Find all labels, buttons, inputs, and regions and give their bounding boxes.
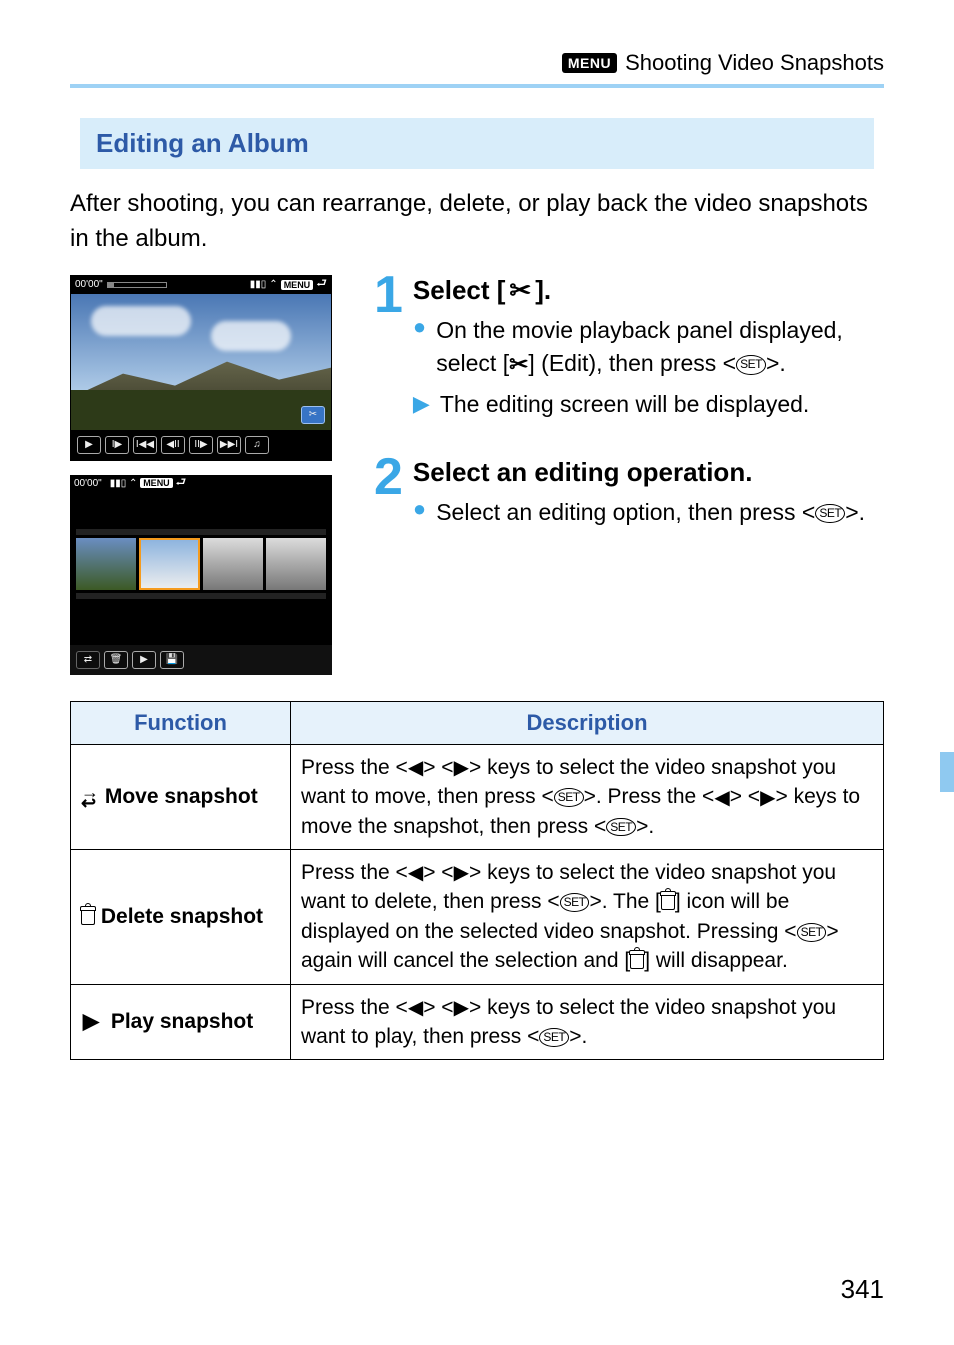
edit-toolbar: ⇄ 🗑 ▶ 💾 (70, 645, 332, 675)
bullet-dot-icon: ● (413, 314, 426, 382)
step-1-bullet-2: ▶ The editing screen will be displayed. (413, 388, 884, 421)
step-1-title: Select [✂]. (413, 275, 884, 306)
thumb-4[interactable] (266, 538, 326, 590)
left-key-icon: ◀ (408, 994, 423, 1022)
playback-toolbar: ▶ I▶ I◀◀ ◀II II▶ ▶▶I ♫ (71, 430, 331, 460)
side-tab (940, 752, 954, 792)
delete-snapshot-icon[interactable]: 🗑 (104, 651, 128, 669)
menu-chip-icon: MENU (140, 478, 173, 488)
step-2: 2 Select an editing operation. ● Select … (374, 457, 884, 551)
result-arrow-icon: ▶ (413, 388, 430, 421)
editing-functions-table: Function Description →↩ Move snapshot Pr… (70, 701, 884, 1061)
save-icon[interactable]: 💾 (160, 651, 184, 669)
skip-start-icon[interactable]: I◀◀ (133, 436, 157, 454)
table-row: ▶ Play snapshot Press the <◀> <▶> keys t… (71, 984, 884, 1060)
set-button-icon: SET (606, 818, 636, 837)
fn-move: →↩ Move snapshot (71, 744, 291, 849)
skip-end-icon[interactable]: ▶▶I (217, 436, 241, 454)
slow-play-icon[interactable]: I▶ (105, 436, 129, 454)
fn-move-desc: Press the <◀> <▶> keys to select the vid… (291, 744, 884, 849)
fn-delete: Delete snapshot (71, 849, 291, 984)
menu-chip-icon: MENU (281, 280, 314, 290)
music-icon[interactable]: ♫ (245, 436, 269, 454)
table-row: →↩ Move snapshot Press the <◀> <▶> keys … (71, 744, 884, 849)
scissors-icon: ✂ (509, 348, 528, 381)
updown-icon: ⌃ (129, 478, 137, 489)
right-key-icon: ▶ (454, 859, 469, 887)
set-button-icon: SET (797, 923, 827, 942)
signal-icon: ▮▮▯ (250, 279, 267, 290)
step-2-title: Select an editing operation. (413, 457, 884, 488)
left-key-icon: ◀ (408, 754, 423, 782)
menu-chip-icon: MENU (562, 53, 617, 73)
frame-back-icon[interactable]: ◀II (161, 436, 185, 454)
page-number: 341 (841, 1274, 884, 1305)
play-icon: ▶ (81, 1007, 101, 1036)
header-title: Shooting Video Snapshots (625, 50, 884, 76)
header-rule (70, 84, 884, 88)
scissors-icon: ✂ (509, 275, 531, 306)
set-button-icon: SET (815, 504, 845, 523)
play-snapshot-icon[interactable]: ▶ (132, 651, 156, 669)
right-key-icon: ▶ (760, 784, 775, 812)
thumb-3[interactable] (203, 538, 263, 590)
back-icon: ⮐ (316, 274, 327, 295)
move-icon: →↩ (81, 787, 99, 809)
set-button-icon: SET (736, 355, 766, 374)
set-button-icon: SET (560, 893, 590, 912)
table-row: Delete snapshot Press the <◀> <▶> keys t… (71, 849, 884, 984)
section-title: Editing an Album (80, 118, 874, 169)
bullet-dot-icon: ● (413, 496, 426, 529)
shot1-time: 00'00" (75, 279, 103, 290)
move-snapshot-icon[interactable]: ⇄ (76, 651, 100, 669)
frame-fwd-icon[interactable]: II▶ (189, 436, 213, 454)
intro-text: After shooting, you can rearrange, delet… (70, 187, 884, 257)
snapshot-strip (76, 529, 326, 599)
fn-delete-desc: Press the <◀> <▶> keys to select the vid… (291, 849, 884, 984)
fn-play-desc: Press the <◀> <▶> keys to select the vid… (291, 984, 884, 1060)
step-1: 1 Select [✂]. ● On the movie playback pa… (374, 275, 884, 443)
th-function: Function (71, 701, 291, 744)
thumb-1[interactable] (76, 538, 136, 590)
play-icon[interactable]: ▶ (77, 436, 101, 454)
signal-icon: ▮▮▯ (110, 478, 127, 489)
right-key-icon: ▶ (454, 994, 469, 1022)
updown-icon: ⌃ (269, 279, 277, 290)
set-button-icon: SET (539, 1028, 569, 1047)
trash-icon (661, 895, 675, 910)
edit-scissors-button[interactable]: ✂ (301, 406, 325, 424)
step-1-bullet-1: ● On the movie playback panel displayed,… (413, 314, 884, 382)
screenshot-playback-panel: 00'00" ▮▮▯ ⌃ MENU ⮐ ✂ ▶ I▶ I◀◀ ◀II II▶ ▶… (70, 275, 332, 461)
thumb-2-selected[interactable] (139, 538, 199, 590)
step-1-number: 1 (374, 275, 403, 317)
step-2-number: 2 (374, 457, 403, 499)
set-button-icon: SET (554, 788, 584, 807)
left-key-icon: ◀ (408, 859, 423, 887)
step-2-bullet-1: ● Select an editing option, then press <… (413, 496, 884, 529)
fn-play: ▶ Play snapshot (71, 984, 291, 1060)
left-key-icon: ◀ (714, 784, 729, 812)
trash-icon (630, 954, 644, 969)
back-icon: ⮐ (175, 475, 186, 489)
right-key-icon: ▶ (454, 754, 469, 782)
screenshot-editing-screen: 00'00" ▮▮▯ ⌃ MENU ⮐ ⇄ 🗑 ▶ 💾 (70, 475, 332, 675)
trash-icon (81, 910, 95, 925)
th-description: Description (291, 701, 884, 744)
shot2-time: 00'00" (74, 478, 102, 489)
page-header: MENU Shooting Video Snapshots (70, 50, 884, 76)
